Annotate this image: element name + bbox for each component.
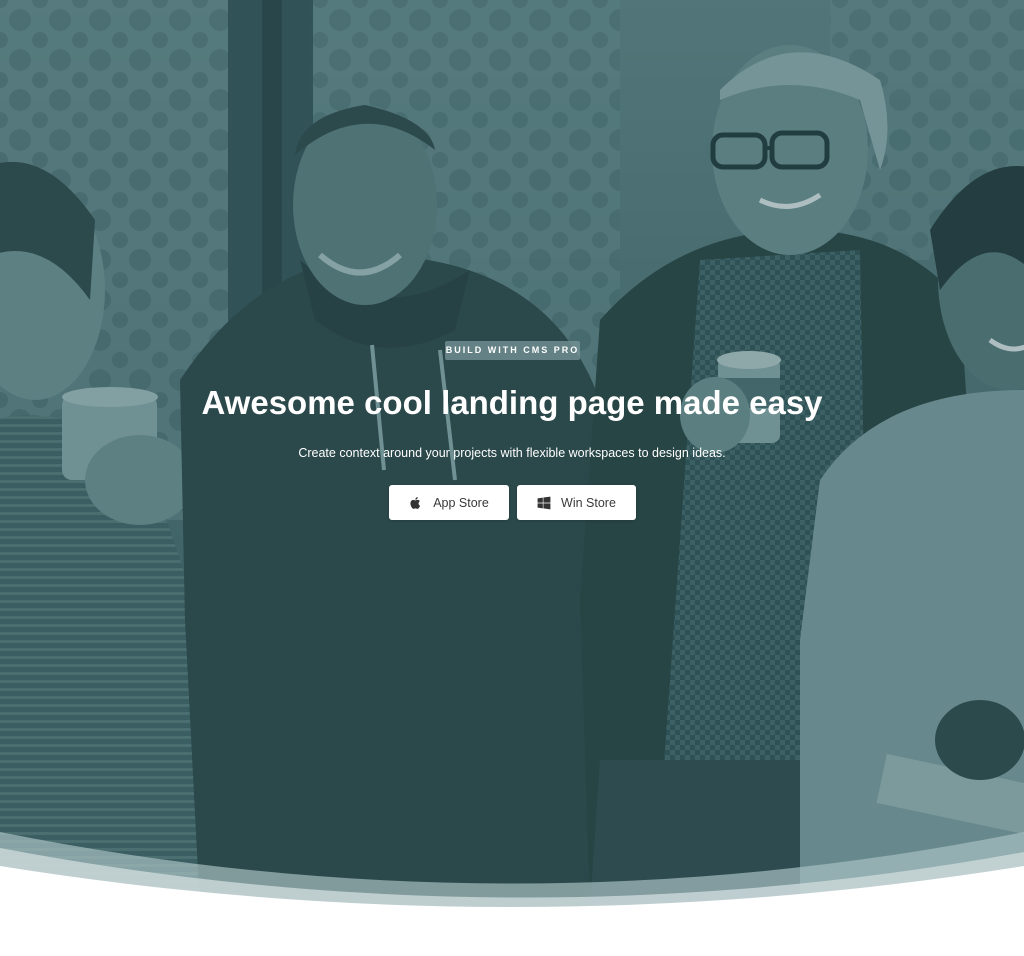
hero-badge: BUILD WITH CMS PRO <box>445 341 580 360</box>
win-store-label: Win Store <box>561 495 616 510</box>
hero-bottom-curve <box>0 832 1024 956</box>
apple-icon <box>409 496 423 510</box>
hero-headline: Awesome cool landing page made easy <box>201 384 823 421</box>
app-store-button[interactable]: App Store <box>389 485 509 520</box>
landing-page: BUILD WITH CMS PRO Awesome cool landing … <box>0 0 1024 956</box>
hero-subline: Create context around your projects with… <box>298 446 726 460</box>
win-store-button[interactable]: Win Store <box>517 485 636 520</box>
windows-icon <box>537 496 551 510</box>
app-store-label: App Store <box>433 495 489 510</box>
